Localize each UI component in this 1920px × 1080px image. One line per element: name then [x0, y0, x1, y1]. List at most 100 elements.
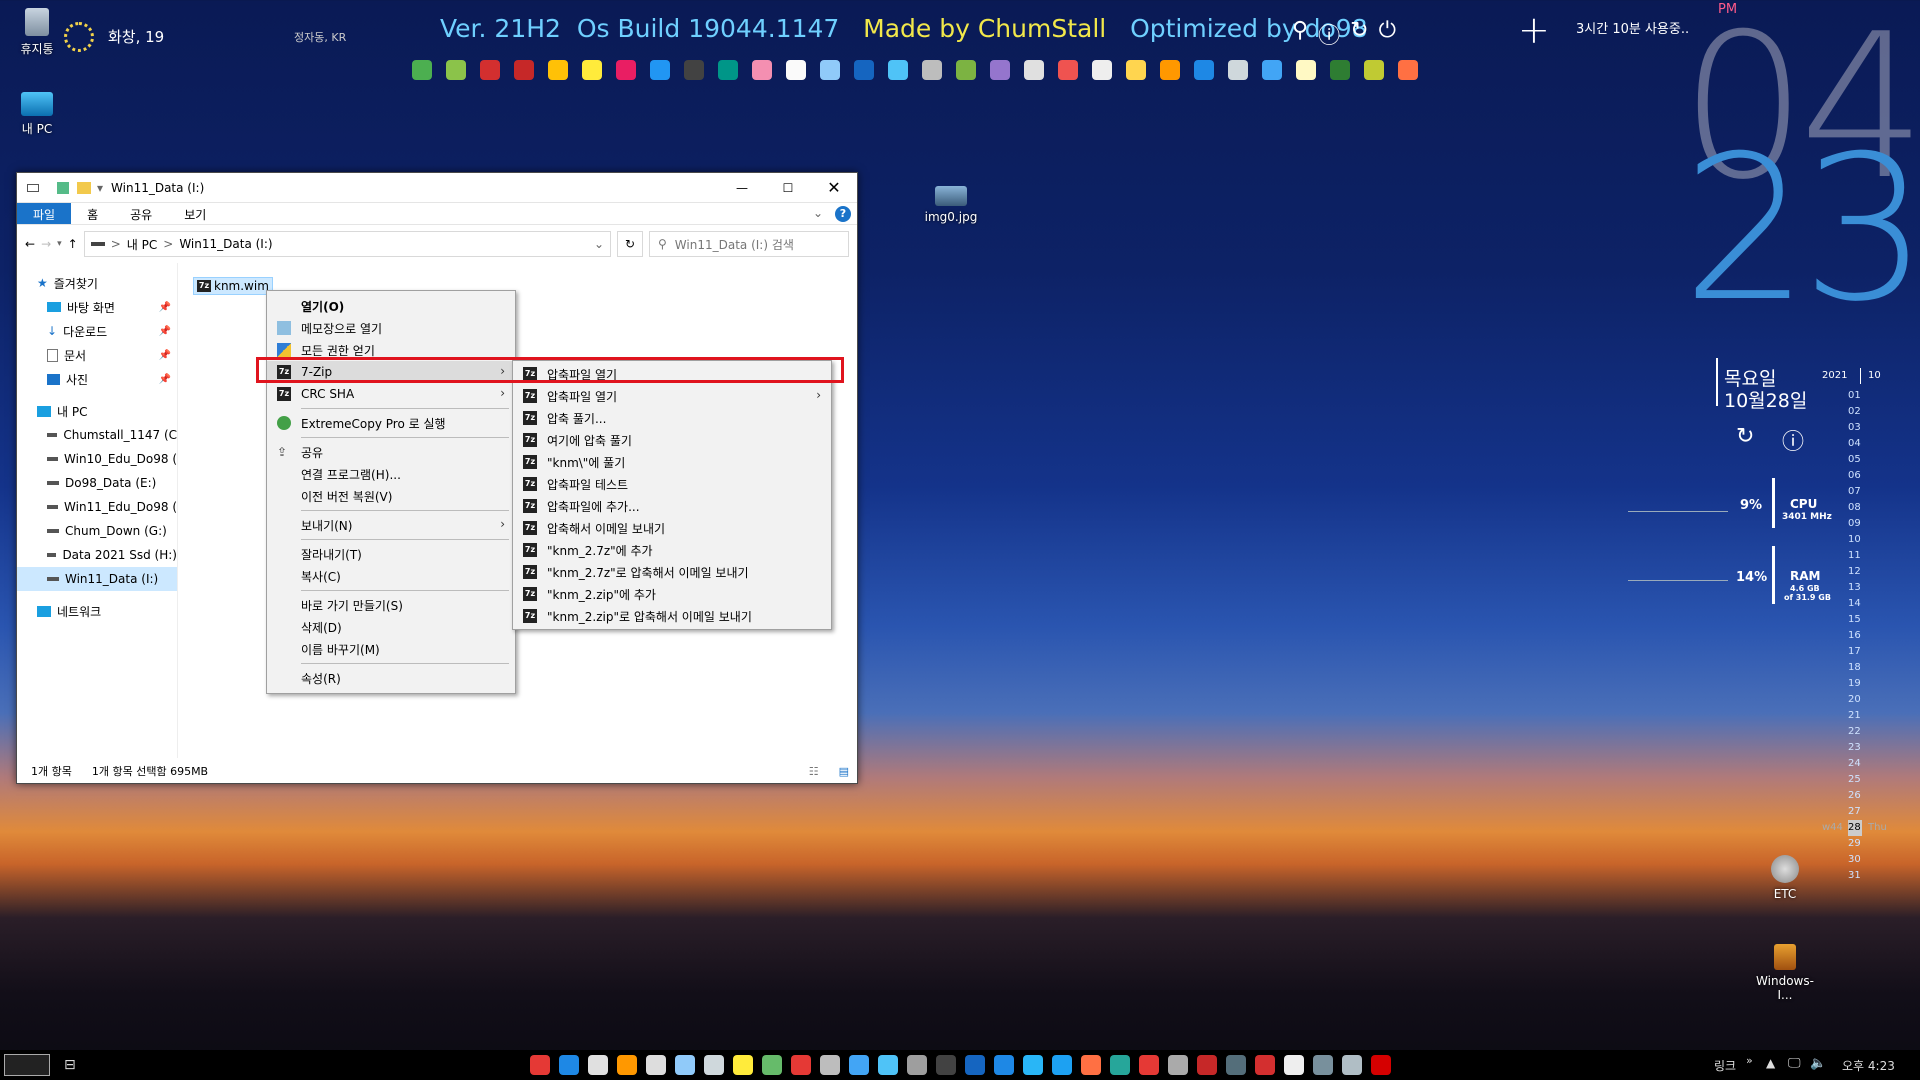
menu-crc-sha[interactable]: 7z CRC SHA ›: [267, 383, 515, 405]
clock-refresh-icon[interactable]: ↻: [1736, 424, 1754, 449]
ql-app-icon[interactable]: [1058, 60, 1078, 80]
ql-app-icon[interactable]: [412, 60, 432, 80]
taskbar-app-icon[interactable]: [1371, 1055, 1391, 1075]
sub-add-to-archive[interactable]: 7z 압축파일에 추가...: [513, 495, 831, 517]
breadcrumb-drive[interactable]: Win11_Data (I:): [179, 237, 272, 251]
sub-compress-email[interactable]: 7z 압축해서 이메일 보내기: [513, 517, 831, 539]
taskbar-app-icon[interactable]: [1284, 1055, 1304, 1075]
taskbar-app-icon[interactable]: [791, 1055, 811, 1075]
nav-drive-i[interactable]: Win11_Data (I:): [17, 567, 177, 591]
ql-app-icon[interactable]: [1330, 60, 1350, 80]
start-button[interactable]: [4, 1054, 50, 1076]
task-view-icon[interactable]: ⊟: [64, 1057, 76, 1073]
sub-extract[interactable]: 7z 압축 풀기...: [513, 407, 831, 429]
taskbar-app-icon[interactable]: [646, 1055, 666, 1075]
taskbar-links[interactable]: 링크: [1714, 1057, 1736, 1074]
ql-app-icon[interactable]: [990, 60, 1010, 80]
taskbar-app-icon[interactable]: [936, 1055, 956, 1075]
menu-extremecopy[interactable]: ExtremeCopy Pro 로 실행: [267, 412, 515, 434]
volume-icon[interactable]: 🔈: [1810, 1056, 1826, 1071]
ql-app-icon[interactable]: [718, 60, 738, 80]
taskbar-app-icon[interactable]: [559, 1055, 579, 1075]
nav-desktop[interactable]: 바탕 화면 📌: [17, 295, 177, 319]
taskbar-app-icon[interactable]: [1197, 1055, 1217, 1075]
recycle-bin-icon[interactable]: 휴지통: [2, 8, 72, 57]
ql-app-icon[interactable]: [650, 60, 670, 80]
windows-installer-icon[interactable]: Windows-I...: [1750, 944, 1820, 1002]
ql-app-icon[interactable]: [1262, 60, 1282, 80]
plus-icon[interactable]: +: [1518, 8, 1550, 52]
links-chevron-icon[interactable]: »: [1746, 1054, 1753, 1067]
menu-delete[interactable]: 삭제(D): [267, 616, 515, 638]
taskbar-app-icon[interactable]: [1023, 1055, 1043, 1075]
menu-open-notepad[interactable]: 메모장으로 열기: [267, 317, 515, 339]
nav-this-pc[interactable]: 내 PC: [17, 399, 177, 423]
nav-drive-g[interactable]: Chum_Down (G:): [17, 519, 177, 543]
menu-create-shortcut[interactable]: 바로 가기 만들기(S): [267, 594, 515, 616]
ql-app-icon[interactable]: [514, 60, 534, 80]
tray-expand-icon[interactable]: ▲: [1766, 1056, 1775, 1070]
ql-app-icon[interactable]: [1126, 60, 1146, 80]
sub-test-archive[interactable]: 7z 압축파일 테스트: [513, 473, 831, 495]
nav-drive-h[interactable]: Data 2021 Ssd (H:): [17, 543, 177, 567]
menu-properties[interactable]: 속성(R): [267, 667, 515, 689]
taskbar-app-icon[interactable]: [762, 1055, 782, 1075]
sub-zip-email[interactable]: 7z "knm_2.zip"로 압축해서 이메일 보내기: [513, 605, 831, 627]
taskbar-app-icon[interactable]: [1226, 1055, 1246, 1075]
refresh-icon[interactable]: ↻: [1350, 18, 1368, 50]
clock-info-icon[interactable]: ⓘ: [1782, 424, 1804, 456]
menu-send-to[interactable]: 보내기(N) ›: [267, 514, 515, 536]
breadcrumb-pc[interactable]: 내 PC: [127, 236, 157, 253]
nav-drive-f[interactable]: Win11_Edu_Do98 (: [17, 495, 177, 519]
nav-pictures[interactable]: 사진 📌: [17, 367, 177, 391]
info-icon[interactable]: ⓘ: [1318, 18, 1340, 50]
sub-add-to-zip[interactable]: 7z "knm_2.zip"에 추가: [513, 583, 831, 605]
taskbar-app-icon[interactable]: [878, 1055, 898, 1075]
menu-rename[interactable]: 이름 바꾸기(M): [267, 638, 515, 660]
chevron-down-icon[interactable]: ▾: [97, 181, 103, 195]
tab-share[interactable]: 공유: [114, 203, 168, 224]
nav-quick-access[interactable]: ★ 즐겨찾기: [17, 271, 177, 295]
taskbar-app-icon[interactable]: [1139, 1055, 1159, 1075]
taskbar-app-icon[interactable]: [1081, 1055, 1101, 1075]
ql-app-icon[interactable]: [1092, 60, 1112, 80]
taskbar-app-icon[interactable]: [530, 1055, 550, 1075]
details-view-icon[interactable]: ☷: [809, 765, 819, 778]
ql-app-icon[interactable]: [820, 60, 840, 80]
menu-open-with[interactable]: 연결 프로그램(H)...: [267, 463, 515, 485]
sub-extract-here[interactable]: 7z 여기에 압축 풀기: [513, 429, 831, 451]
this-pc-icon[interactable]: 내 PC: [2, 92, 72, 137]
tab-home[interactable]: 홈: [71, 203, 114, 224]
menu-cut[interactable]: 잘라내기(T): [267, 543, 515, 565]
ql-app-icon[interactable]: [480, 60, 500, 80]
taskbar-app-icon[interactable]: [588, 1055, 608, 1075]
ql-app-icon[interactable]: [752, 60, 772, 80]
taskbar-app-icon[interactable]: [1255, 1055, 1275, 1075]
address-bar[interactable]: > 내 PC > Win11_Data (I:) ⌄: [83, 231, 611, 257]
help-icon[interactable]: ?: [835, 206, 851, 222]
ql-app-icon[interactable]: [1160, 60, 1180, 80]
nav-drive-c[interactable]: Chumstall_1147 (C: [17, 423, 177, 447]
taskbar-clock[interactable]: 오후 4:23: [1842, 1057, 1895, 1074]
ql-app-icon[interactable]: [616, 60, 636, 80]
properties-icon[interactable]: [57, 181, 69, 194]
nav-network[interactable]: 네트워크: [17, 599, 177, 623]
ql-app-icon[interactable]: [446, 60, 466, 80]
network-tray-icon[interactable]: 🖵: [1788, 1056, 1801, 1071]
ql-app-icon[interactable]: [888, 60, 908, 80]
power-icon[interactable]: ⏻: [1379, 18, 1396, 50]
taskbar-app-icon[interactable]: [1052, 1055, 1072, 1075]
sub-7z-email[interactable]: 7z "knm_2.7z"로 압축해서 이메일 보내기: [513, 561, 831, 583]
taskbar-app-icon[interactable]: [994, 1055, 1014, 1075]
search-input[interactable]: ⚲ Win11_Data (I:) 검색: [649, 231, 849, 257]
large-icons-view-icon[interactable]: ▤: [839, 765, 849, 778]
ql-app-icon[interactable]: [582, 60, 602, 80]
recent-icon[interactable]: ▾: [57, 239, 62, 249]
ql-app-icon[interactable]: [956, 60, 976, 80]
minimize-button[interactable]: —: [719, 181, 765, 195]
menu-copy[interactable]: 복사(C): [267, 565, 515, 587]
taskbar-app-icon[interactable]: [733, 1055, 753, 1075]
forward-icon[interactable]: →: [41, 237, 51, 251]
file-item[interactable]: 7z knm.wim: [193, 277, 273, 295]
ql-app-icon[interactable]: [1194, 60, 1214, 80]
